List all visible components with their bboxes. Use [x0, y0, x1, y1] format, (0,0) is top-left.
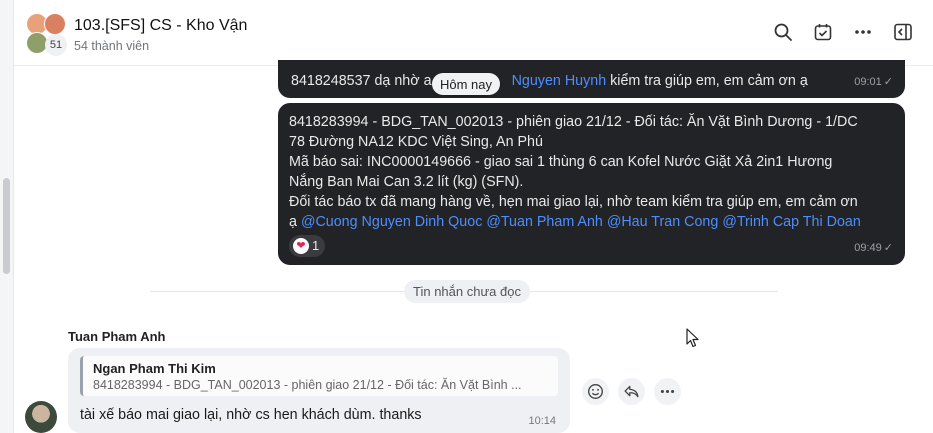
more-options-icon[interactable] — [851, 20, 875, 44]
group-title[interactable]: 103.[SFS] CS - Kho Vận — [74, 17, 247, 35]
member-avatar — [44, 13, 66, 35]
search-icon[interactable] — [771, 20, 795, 44]
reply-icon[interactable] — [618, 378, 645, 405]
member-count[interactable]: 54 thành viên — [74, 39, 149, 53]
group-avatar[interactable]: 51 — [24, 13, 68, 56]
message-time: 10:14 — [528, 415, 556, 427]
message-line: Mã báo sai: INC0000149666 - giao sai 1 t… — [289, 154, 833, 170]
quote-text: 8418283994 - BDG_TAN_002013 - phiên giao… — [93, 378, 522, 392]
heart-icon: ❤ — [293, 238, 309, 254]
more-actions-icon[interactable] — [654, 378, 681, 405]
message-time: 09:49 ✓ — [854, 242, 893, 254]
message-line: ạ @Cuong Nguyen Dinh Quoc @Tuan Pham Anh… — [289, 214, 861, 230]
avatar-count-badge: 51 — [45, 34, 67, 56]
quoted-message[interactable]: Ngan Pham Thi Kim 8418283994 - BDG_TAN_0… — [80, 356, 558, 396]
avatar[interactable] — [25, 401, 57, 433]
sender-name[interactable]: Tuan Pham Anh — [68, 329, 166, 344]
message-text: tài xế báo mai giao lại, nhờ cs hen khác… — [80, 407, 422, 423]
mention-link[interactable]: Nguyen Huynh — [512, 73, 607, 89]
calendar-check-icon[interactable] — [811, 20, 835, 44]
message-line: 78 Đường NA12 KDC Việt Sing, An Phú — [289, 134, 543, 150]
mention-link[interactable]: @Trinh Cap Thi Doan — [722, 214, 860, 230]
scrollbar-thumb[interactable] — [3, 178, 10, 274]
message-line: Đối tác báo tx đã mang hàng về, hẹn mai … — [289, 194, 858, 210]
message-bubble[interactable]: 8418283994 - BDG_TAN_002013 - phiên giao… — [278, 103, 905, 265]
read-check-icon: ✓ — [883, 242, 893, 254]
message-bubble[interactable]: 8418248537 dạ nhờ a Nguyen Huynh kiểm tra… — [278, 60, 905, 98]
message-line: 8418283994 - BDG_TAN_002013 - phiên giao… — [289, 114, 858, 130]
mention-link[interactable]: @Tuan Pham Anh — [486, 214, 603, 230]
message-bubble[interactable]: Ngan Pham Thi Kim 8418283994 - BDG_TAN_0… — [68, 348, 570, 433]
unread-divider: Tin nhắn chưa đọc — [404, 280, 530, 303]
emoji-react-icon[interactable] — [582, 378, 609, 405]
mouse-cursor-icon — [686, 328, 700, 353]
message-text: 8418248537 dạ nhờ a — [291, 73, 432, 89]
toggle-panel-icon[interactable] — [891, 20, 915, 44]
mention-link[interactable]: @Cuong Nguyen Dinh Quoc — [301, 214, 482, 230]
read-check-icon: ✓ — [883, 76, 893, 88]
date-divider: Hôm nay — [432, 73, 501, 95]
mention-link[interactable]: @Hau Tran Cong — [607, 214, 718, 230]
chat-header: 51 103.[SFS] CS - Kho Vận 54 thành viên — [14, 0, 933, 66]
message-text: kiểm tra giúp em, em cảm ơn ạ — [606, 73, 808, 89]
reaction-count: 1 — [312, 238, 320, 253]
left-sidebar-strip — [0, 0, 14, 433]
message-time: 09:01 ✓ — [854, 76, 893, 88]
message-line: Nắng Ban Mai Can 3.2 lít (kg) (SFN). — [289, 174, 524, 190]
quote-author: Ngan Pham Thi Kim — [93, 361, 216, 376]
heart-reaction[interactable]: ❤ 1 — [289, 235, 326, 257]
